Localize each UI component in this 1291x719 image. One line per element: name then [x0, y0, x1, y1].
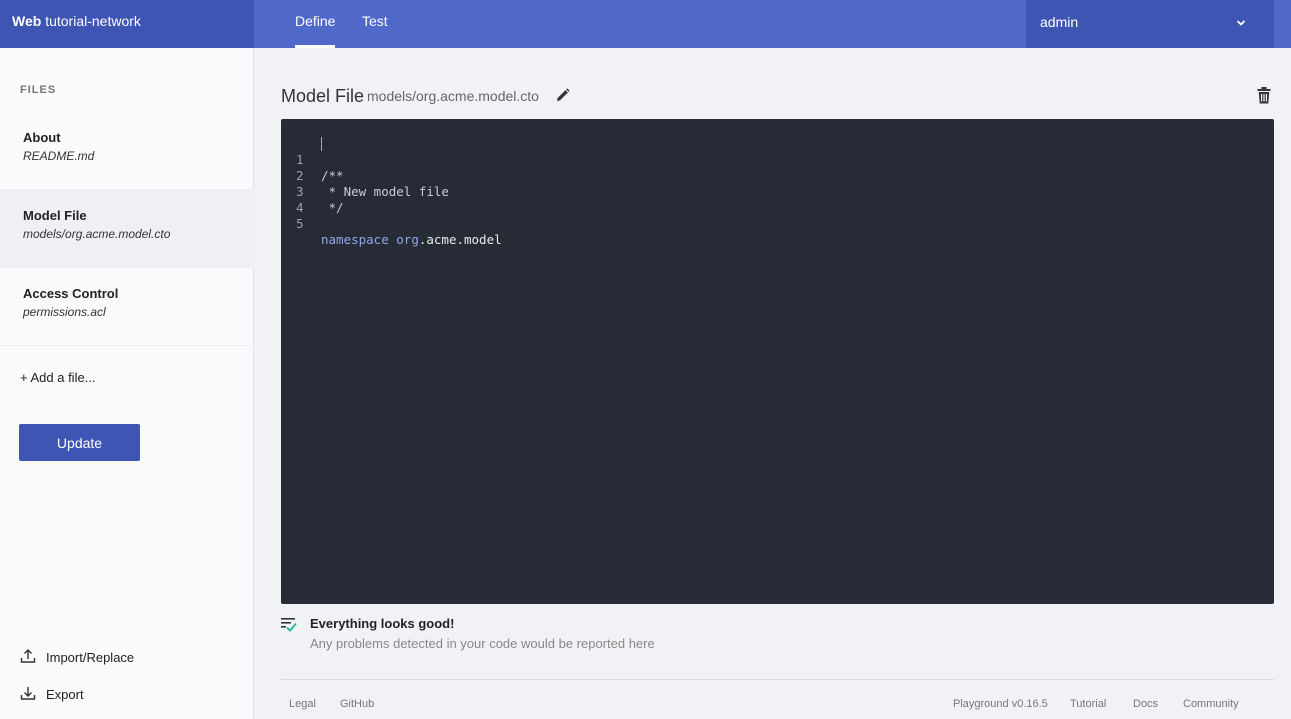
file-name: Model File — [23, 208, 87, 223]
chevron-down-icon — [1236, 20, 1246, 26]
status-title: Everything looks good! — [310, 616, 455, 631]
upload-icon — [20, 649, 36, 663]
user-name: admin — [1040, 14, 1079, 30]
code-line: 1 /** — [281, 136, 344, 183]
file-name: About — [23, 130, 61, 145]
pencil-icon[interactable] — [555, 88, 570, 103]
code-keyword: namespace — [321, 232, 389, 247]
sidebar: FILES About README.md Model File models/… — [0, 48, 254, 719]
code-namespace-org: org — [396, 232, 419, 247]
file-item-model[interactable]: Model File models/org.acme.model.cto — [0, 190, 254, 268]
file-path: README.md — [23, 149, 95, 163]
code-line: 4 — [281, 184, 311, 215]
code-text: /** — [321, 168, 344, 183]
import-replace-label: Import/Replace — [46, 650, 135, 665]
files-section-label: FILES — [20, 84, 57, 96]
check-list-icon — [281, 618, 297, 632]
status-description: Any problems detected in your code would… — [310, 636, 655, 651]
file-item-access-control[interactable]: Access Control permissions.acl — [0, 268, 254, 346]
page-title: Model File — [281, 86, 365, 106]
import-replace-button[interactable]: Import/Replace — [20, 647, 150, 669]
tab-define-label: Define — [295, 13, 336, 29]
brand-bold: Web — [12, 13, 42, 29]
file-name: Access Control — [23, 286, 119, 301]
code-text: * New model file — [321, 184, 449, 199]
line-number: 5 — [296, 216, 304, 231]
footer-link-legal[interactable]: Legal — [289, 698, 316, 710]
footer-divider — [281, 679, 1274, 680]
text-cursor — [321, 137, 322, 151]
code-line: 2 * New model file — [281, 152, 449, 199]
brand-name: tutorial-network — [45, 13, 141, 29]
tab-test[interactable]: Test — [362, 0, 388, 48]
top-bar: Web tutorial-network Define Test admin — [0, 0, 1291, 48]
download-icon — [20, 687, 36, 700]
file-path-title: models/org.acme.model.cto — [367, 88, 539, 104]
brand: Web tutorial-network — [0, 0, 254, 48]
active-tab-indicator — [295, 45, 336, 48]
footer-link-docs[interactable]: Docs — [1133, 698, 1158, 710]
tab-test-label: Test — [362, 13, 388, 29]
update-button[interactable]: Update — [19, 424, 140, 461]
add-file-link[interactable]: + Add a file... — [20, 370, 96, 385]
footer-link-community[interactable]: Community — [1183, 698, 1239, 710]
footer-link-tutorial[interactable]: Tutorial — [1070, 698, 1106, 710]
code-text: namespace org.acme.model — [321, 232, 502, 248]
code-text: */ — [321, 200, 344, 215]
trash-icon[interactable] — [1257, 87, 1271, 104]
code-line: 3 */ — [281, 168, 344, 215]
footer-link-github[interactable]: GitHub — [340, 698, 374, 710]
file-path: models/org.acme.model.cto — [23, 227, 171, 241]
tab-define[interactable]: Define — [295, 0, 336, 48]
topbar-edge — [1274, 0, 1291, 48]
file-item-about[interactable]: About README.md — [0, 112, 254, 190]
export-button[interactable]: Export — [20, 684, 110, 706]
code-editor[interactable]: 1 /** 2 * New model file 3 */ 4 5 namesp… — [281, 119, 1274, 604]
file-path: permissions.acl — [23, 305, 106, 319]
footer-version: Playground v0.16.5 — [953, 698, 1048, 710]
code-line: 5 namespace org.acme.model — [281, 200, 502, 247]
code-namespace-rest: .acme.model — [418, 232, 502, 247]
export-label: Export — [46, 687, 84, 702]
user-dropdown[interactable]: admin — [1026, 0, 1274, 48]
